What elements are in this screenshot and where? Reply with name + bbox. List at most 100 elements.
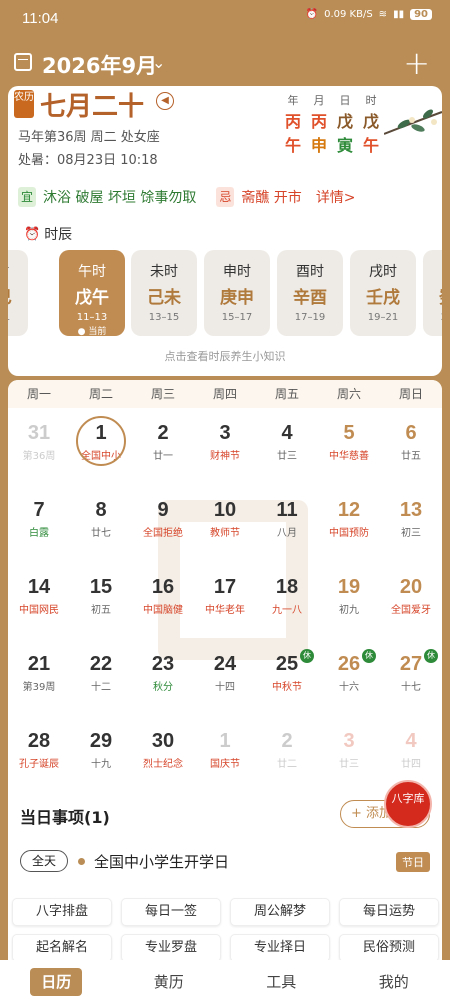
day-cell[interactable]: 30 烈士纪念 (132, 722, 194, 794)
festival-tag: 节日 (396, 852, 430, 872)
day-cell[interactable]: 9 全国拒绝 (132, 491, 194, 563)
day-subtext: 第39周 (22, 682, 56, 693)
nav-almanac[interactable]: 黄历 (113, 960, 226, 1005)
tool-button[interactable]: 八字排盘 (12, 898, 112, 926)
weekday-label: 周一 (26, 387, 51, 401)
day-subtext: 廿五 (401, 451, 421, 462)
signal-icon: ▮▮ (393, 9, 405, 20)
calendar-icon[interactable] (14, 53, 32, 71)
hour-card[interactable]: 申时 庚申 15–17 (204, 250, 270, 336)
day-subtext: 廿三 (277, 451, 297, 462)
tool-button[interactable]: 起名解名 (12, 934, 112, 962)
day-cell[interactable]: 4 廿三 (256, 414, 318, 486)
day-number: 5 (343, 422, 355, 444)
tool-button[interactable]: 每日一签 (121, 898, 221, 926)
weekday-label: 周二 (88, 387, 113, 401)
tool-button[interactable]: 每日运势 (339, 898, 439, 926)
battery-icon: 90 (410, 9, 432, 20)
speaker-icon[interactable]: ◀ (156, 92, 174, 110)
day-subtext: 廿三 (339, 759, 359, 770)
day-cell[interactable]: 16 中国脑健 (132, 568, 194, 640)
day-cell[interactable]: 3 廿三 (318, 722, 380, 794)
shichen-strip[interactable]: 巳时丁巳09–11 午时戊午11–13● 当前 未时己未13–15 申时庚申15… (8, 248, 442, 338)
hour-card[interactable]: 未时 己未 13–15 (131, 250, 197, 336)
tool-button[interactable]: 专业罗盘 (121, 934, 221, 962)
yi-badge: 宜 (18, 187, 36, 207)
weekday-label: 周五 (274, 387, 299, 401)
day-cell[interactable]: 28 孔子诞辰 (8, 722, 70, 794)
day-cell[interactable]: 29 十九 (70, 722, 132, 794)
day-cell[interactable]: 23 秋分 (132, 645, 194, 717)
day-number: 22 (89, 653, 113, 675)
day-subtext: 孔子诞辰 (19, 759, 59, 770)
day-cell[interactable]: 8 廿七 (70, 491, 132, 563)
day-cell[interactable]: 18 九一八 (256, 568, 318, 640)
day-cell[interactable]: 13 初三 (380, 491, 442, 563)
hour-card[interactable]: 巳时丁巳09–11 (8, 250, 28, 336)
day-cell[interactable]: 7 白露 (8, 491, 70, 563)
status-time: 11:04 (22, 10, 59, 27)
hour-card-current[interactable]: 午时 戊午 11–13 ● 当前 (59, 250, 125, 337)
day-number: 2 (157, 422, 169, 444)
hour-card[interactable]: 戌时 壬戌 19–21 (350, 250, 416, 336)
day-subtext: 中国预防 (329, 528, 369, 539)
day-cell[interactable]: 5 中华慈善 (318, 414, 380, 486)
day-cell[interactable]: 2 廿一 (132, 414, 194, 486)
shichen-tip[interactable]: 点击查看时辰养生小知识 (8, 348, 442, 364)
weekday-header: 周一 周二 周三 周四 周五 周六 周日 (8, 380, 442, 408)
chevron-down-icon[interactable]: ⌄ (152, 53, 165, 72)
tool-button[interactable]: 周公解梦 (230, 898, 330, 926)
hour-card[interactable]: 酉时 辛酉 17–19 (277, 250, 343, 336)
day-cell[interactable]: 11 八月 (256, 491, 318, 563)
day-cell[interactable]: 10 教师节 (194, 491, 256, 563)
day-cell[interactable]: 1 国庆节 (194, 722, 256, 794)
nav-mine[interactable]: 我的 (338, 960, 450, 1005)
day-cell[interactable]: 6 廿五 (380, 414, 442, 486)
solar-term: 处暑：08月23日 10:18 (18, 153, 158, 168)
day-cell[interactable]: 21 第39周 (8, 645, 70, 717)
details-link[interactable]: 详情> (316, 187, 356, 207)
day-number: 7 (33, 499, 45, 521)
day-cell[interactable]: 26 十六休 (318, 645, 380, 717)
day-number: 15 (89, 576, 113, 598)
add-button[interactable]: + (403, 44, 430, 82)
day-cell[interactable]: 24 十四 (194, 645, 256, 717)
almanac-card[interactable]: 农历 七月二十 ◀ 马年第36周 周二 处女座 处暑：08月23日 10:18 … (8, 86, 442, 376)
day-number: 16 (151, 576, 175, 598)
day-cell[interactable]: 3 财神节 (194, 414, 256, 486)
day-cell[interactable]: 15 初五 (70, 568, 132, 640)
day-cell[interactable]: 25 中秋节休 (256, 645, 318, 717)
month-selector[interactable]: 2026年9月 (42, 50, 157, 80)
status-bar: 11:04 ⏰ 0.09 KB/S ≋ ▮▮ 90 (0, 0, 450, 36)
ganzhi-table: 年月日时 丙丙戊戊 午申寅午 (284, 94, 379, 155)
wifi-icon: ≋ (378, 9, 388, 20)
day-number: 21 (27, 653, 51, 675)
day-cell[interactable]: 12 中国预防 (318, 491, 380, 563)
bazi-library-button[interactable]: 八字库 (384, 780, 432, 828)
weekday-label: 周日 (398, 387, 423, 401)
hour-card[interactable]: 亥时癸亥21–23 (423, 250, 442, 336)
day-cell[interactable]: 14 中国网民 (8, 568, 70, 640)
day-subtext: 中秋节 (272, 682, 302, 693)
tool-button[interactable]: 民俗预测 (339, 934, 439, 962)
day-subtext: 全国拒绝 (143, 528, 183, 539)
alarm-clock-icon: ⏰ (24, 226, 41, 242)
day-cell[interactable]: 22 十二 (70, 645, 132, 717)
yi-ji-row[interactable]: 宜 沐浴 破屋 坏垣 馀事勿取 忌 斋醮 开市 详情> (18, 184, 356, 210)
day-cell-today[interactable]: 1 全国中小 (70, 414, 132, 486)
day-cell[interactable]: 31 第36周 (8, 414, 70, 486)
tool-button[interactable]: 专业择日 (230, 934, 330, 962)
day-subtext: 中国脑健 (143, 605, 183, 616)
day-cell[interactable]: 17 中华老年 (194, 568, 256, 640)
day-number: 9 (157, 499, 169, 521)
yi-text: 沐浴 破屋 坏垣 馀事勿取 (43, 190, 197, 206)
day-cell[interactable]: 2 廿二 (256, 722, 318, 794)
nav-calendar[interactable]: 日历 (0, 960, 113, 1005)
day-subtext: 国庆节 (210, 759, 240, 770)
nav-tools[interactable]: 工具 (225, 960, 338, 1005)
day-number: 6 (405, 422, 417, 444)
day-cell[interactable]: 19 初九 (318, 568, 380, 640)
day-cell[interactable]: 27 十七休 (380, 645, 442, 717)
day-cell[interactable]: 20 全国爱牙 (380, 568, 442, 640)
event-item[interactable]: 全天 全国中小学生开学日 节日 (20, 850, 430, 876)
